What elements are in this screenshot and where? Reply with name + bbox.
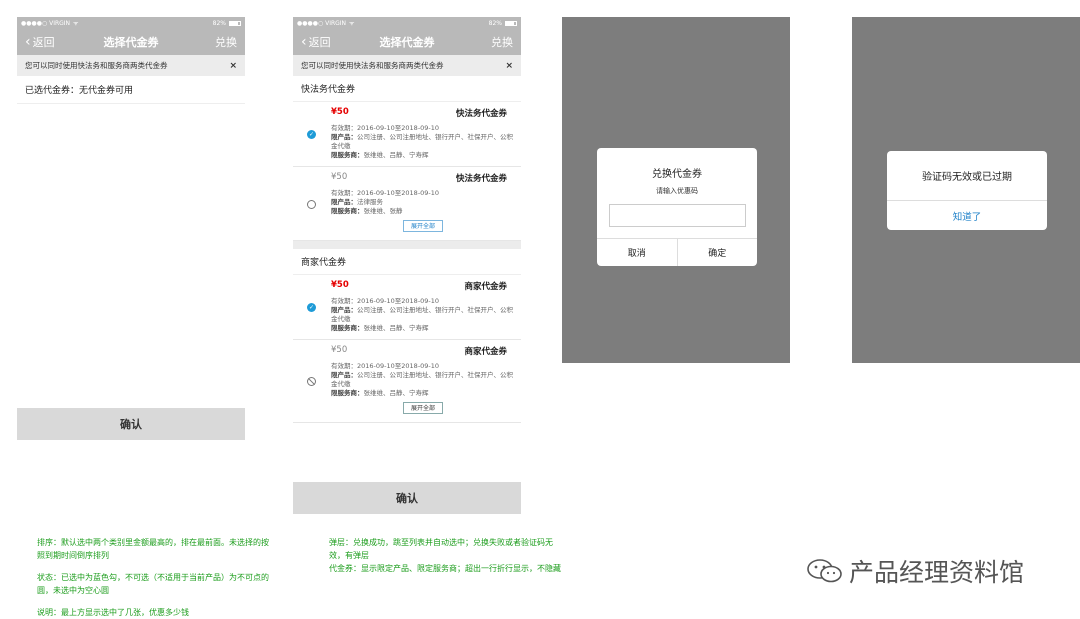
- note-sorting: 排序：默认选中两个类别里金额最高的，排在最前面。未选择的按照到期时间倒序排列: [37, 538, 269, 560]
- battery-icon: [229, 20, 241, 26]
- coupon-products: 公司注册、公司注册地址、银行开户、社保开户、公积金代缴: [331, 371, 513, 388]
- dialog-subtitle: 请输入优惠码: [656, 187, 698, 195]
- back-button[interactable]: ‹ 返回: [301, 34, 331, 50]
- wifi-icon: ᯤ: [349, 20, 355, 27]
- coupon-price: ¥50: [331, 280, 349, 290]
- coupon-validity: 有效期：2016-09-10至2018-09-10: [331, 362, 440, 370]
- coupon-price: ¥50: [331, 172, 348, 182]
- error-dialog: 验证码无效或已过期 知道了: [887, 151, 1047, 230]
- coupon-products: 公司注册、公司注册地址、银行开户、社保开户、公积金代缴: [331, 306, 513, 323]
- providers-label: 限服务商：: [331, 151, 364, 159]
- coupon-validity: 有效期：2016-09-10至2018-09-10: [331, 189, 440, 197]
- expand-all-button[interactable]: 展开全部: [403, 220, 443, 232]
- battery-label: 82%: [212, 19, 226, 27]
- got-it-button[interactable]: 知道了: [887, 201, 1047, 230]
- coupon-name: 快法务代金券: [455, 174, 507, 184]
- redeem-button[interactable]: 兑换: [491, 34, 513, 50]
- providers-label: 限服务商：: [331, 324, 364, 332]
- section-title-platform: 快法务代金券: [293, 76, 521, 102]
- coupon-providers: 张维维、吕静、宁寿辉: [363, 389, 429, 397]
- status-bar: ●●●●○ VIRGIN ᯤ 82%: [293, 17, 521, 29]
- expand-all-button[interactable]: 展开全部: [403, 402, 443, 414]
- redeem-dialog: 兑换代金券 请输入优惠码 取消 确定: [597, 148, 757, 266]
- coupon-name: 快法务代金券: [455, 109, 507, 119]
- note-popup: 弹层：兑换成功，跳至列表并自动选中；兑换失败或者验证码无效，有弹层: [329, 538, 553, 560]
- coupon-validity: 有效期：2016-09-10至2018-09-10: [331, 297, 440, 305]
- coupon-name: 商家代金券: [464, 347, 507, 357]
- redeem-button[interactable]: 兑换: [215, 34, 237, 50]
- note-description: 说明：最上方显示选中了几张，优惠多少钱: [37, 608, 189, 617]
- coupon-item[interactable]: ¥50 商家代金券 有效期：2016-09-10至2018-09-10 限产品：…: [293, 275, 521, 340]
- coupon-providers: 张维维、吕静、宁寿辉: [363, 324, 429, 332]
- providers-label: 限服务商：: [331, 389, 364, 397]
- watermark: 产品经理资料馆: [805, 553, 1024, 589]
- modal-overlay[interactable]: 兑换代金券 请输入优惠码 取消 确定: [562, 17, 790, 363]
- products-label: 限产品：: [331, 133, 357, 141]
- chevron-left-icon: ‹: [25, 34, 31, 50]
- battery-icon: [505, 20, 517, 26]
- annotation-notes-right: 弹层：兑换成功，跳至列表并自动选中；兑换失败或者验证码无效，有弹层 代金券：显示…: [329, 536, 564, 575]
- coupon-products: 法律服务: [357, 198, 383, 206]
- notice-bar: 您可以同时使用快法务和服务商两类代金券 ×: [293, 55, 521, 76]
- coupon-code-input[interactable]: [608, 204, 746, 227]
- wechat-icon: [807, 559, 842, 583]
- nav-bar: ‹ 返回 选择代金券 兑换: [17, 29, 245, 55]
- selected-summary: 已选代金券：无代金券可用: [17, 76, 245, 104]
- back-label: 返回: [308, 36, 331, 49]
- empty-radio-icon[interactable]: [307, 199, 316, 209]
- annotation-notes-left: 排序：默认选中两个类别里金额最高的，排在最前面。未选择的按照到期时间倒序排列 状…: [37, 536, 272, 619]
- watermark-text: 产品经理资料馆: [849, 558, 1025, 587]
- products-label: 限产品：: [331, 198, 357, 206]
- disabled-radio-icon: [307, 377, 316, 386]
- coupon-providers: 张维维、张静: [363, 207, 403, 215]
- error-message: 验证码无效或已过期: [887, 151, 1047, 201]
- phone-screen-select-coupon-list: ●●●●○ VIRGIN ᯤ 82% ‹ 返回 选择代金券 兑换 您可以同时使用快法…: [293, 17, 521, 514]
- coupon-price: ¥50: [331, 107, 349, 117]
- cancel-button[interactable]: 取消: [597, 239, 677, 266]
- status-bar: ●●●●○ VIRGIN ᯤ 82%: [17, 17, 245, 29]
- wifi-icon: ᯤ: [73, 20, 79, 27]
- coupon-item[interactable]: ¥50 快法务代金券 有效期：2016-09-10至2018-09-10 限产品…: [293, 102, 521, 167]
- note-coupon: 代金券：显示限定产品、限定服务商；超出一行折行显示，不隐藏: [329, 564, 561, 573]
- carrier-label: ●●●●○ VIRGIN: [21, 19, 71, 27]
- carrier-label: ●●●●○ VIRGIN: [297, 19, 347, 27]
- coupon-validity: 有效期：2016-09-10至2018-09-10: [331, 124, 440, 132]
- close-icon[interactable]: ×: [505, 61, 513, 71]
- section-title-merchant: 商家代金券: [293, 249, 521, 275]
- coupon-item[interactable]: ¥50 快法务代金券 有效期：2016-09-10至2018-09-10 限产品…: [293, 167, 521, 241]
- notice-bar: 您可以同时使用快法务和服务商两类代金券 ×: [17, 55, 245, 76]
- chevron-left-icon: ‹: [301, 34, 307, 50]
- confirm-button[interactable]: 确认: [17, 408, 245, 440]
- coupon-products: 公司注册、公司注册地址、银行开户、社保开户、公积金代缴: [331, 133, 513, 150]
- dialog-title: 兑换代金券: [652, 169, 702, 180]
- ok-button[interactable]: 确定: [676, 239, 758, 266]
- checked-radio-icon[interactable]: [307, 130, 316, 139]
- back-label: 返回: [32, 36, 55, 49]
- notice-text: 您可以同时使用快法务和服务商两类代金券: [25, 61, 168, 70]
- notice-text: 您可以同时使用快法务和服务商两类代金券: [301, 61, 444, 70]
- section-divider: [293, 241, 521, 249]
- note-status: 状态：已选中为蓝色勾，不可选（不适用于当前产品）为不可点的圆，未选中为空心圆: [37, 573, 269, 595]
- close-icon[interactable]: ×: [229, 61, 237, 71]
- nav-bar: ‹ 返回 选择代金券 兑换: [293, 29, 521, 55]
- checked-radio-icon[interactable]: [307, 303, 316, 312]
- phone-screen-select-coupon-empty: ●●●●○ VIRGIN ᯤ 82% ‹ 返回 选择代金券 兑换 您可以同时使用快法…: [17, 17, 245, 440]
- products-label: 限产品：: [331, 306, 357, 314]
- providers-label: 限服务商：: [331, 207, 364, 215]
- modal-overlay[interactable]: 验证码无效或已过期 知道了: [852, 17, 1080, 363]
- products-label: 限产品：: [331, 371, 357, 379]
- confirm-button[interactable]: 确认: [293, 482, 521, 514]
- back-button[interactable]: ‹ 返回: [25, 34, 55, 50]
- coupon-item-disabled: ¥50 商家代金券 有效期：2016-09-10至2018-09-10 限产品：…: [293, 340, 521, 423]
- coupon-providers: 张维维、吕静、宁寿辉: [363, 151, 429, 159]
- battery-label: 82%: [488, 19, 502, 27]
- coupon-price: ¥50: [331, 345, 348, 355]
- coupon-name: 商家代金券: [464, 282, 507, 292]
